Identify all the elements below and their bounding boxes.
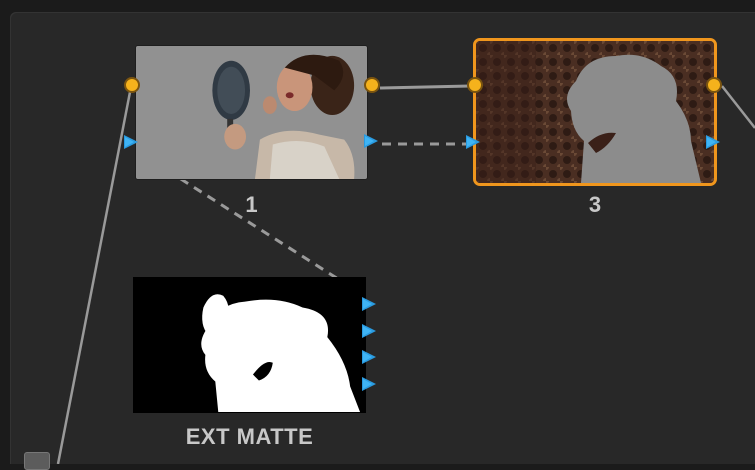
node-3[interactable]	[473, 38, 717, 186]
node-1-rgb-output[interactable]	[364, 77, 380, 93]
ext-matte-output-2[interactable]	[362, 324, 376, 338]
node-3-rgb-output[interactable]	[706, 77, 722, 93]
ext-matte-node[interactable]	[133, 277, 366, 413]
ext-matte-label: EXT MATTE	[185, 424, 314, 449]
node-3-key-output[interactable]	[706, 135, 720, 149]
source-node-handle[interactable]	[24, 452, 50, 470]
node-1-key-input[interactable]	[124, 135, 138, 149]
ext-matte-output-3[interactable]	[362, 350, 376, 364]
ext-matte-output-1[interactable]	[362, 297, 376, 311]
node-1-rgb-input[interactable]	[124, 77, 140, 93]
ext-matte-thumbnail	[134, 278, 365, 412]
node-1-thumbnail	[136, 46, 367, 179]
node-1-label: 1	[245, 192, 258, 217]
ext-matte-output-4[interactable]	[362, 377, 376, 391]
node-3-label: 3	[588, 192, 602, 217]
node-1-key-output[interactable]	[364, 134, 378, 148]
node-1[interactable]	[135, 45, 368, 180]
node-3-thumbnail	[476, 41, 714, 183]
node-3-rgb-input[interactable]	[467, 77, 483, 93]
node-3-key-input[interactable]	[466, 135, 480, 149]
